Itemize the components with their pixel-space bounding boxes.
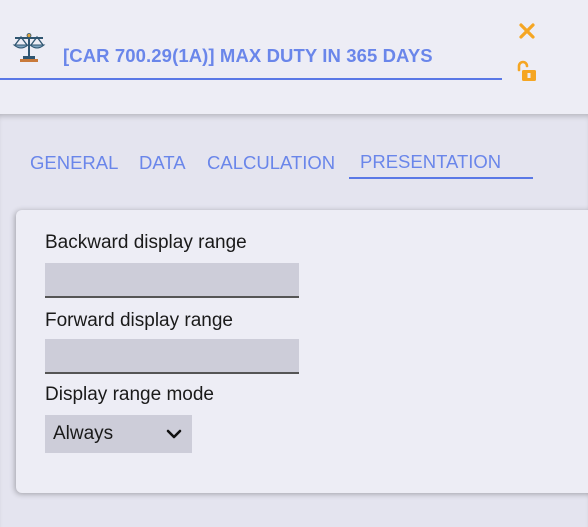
- range-mode-label: Display range mode: [45, 384, 214, 405]
- chevron-down-icon: [166, 429, 182, 439]
- unlock-icon[interactable]: [514, 60, 538, 82]
- tab-presentation[interactable]: PRESENTATION: [360, 151, 501, 173]
- title-underline: [0, 78, 502, 80]
- range-mode-select[interactable]: Always: [45, 415, 192, 453]
- close-icon[interactable]: [518, 22, 536, 40]
- backward-range-input[interactable]: [45, 263, 299, 298]
- forward-range-input[interactable]: [45, 339, 299, 374]
- forward-range-label: Forward display range: [45, 310, 233, 331]
- tab-calculation[interactable]: CALCULATION: [207, 152, 335, 174]
- backward-range-label: Backward display range: [45, 232, 247, 253]
- range-mode-value: Always: [53, 423, 114, 444]
- scale-icon: [12, 33, 46, 62]
- tab-general[interactable]: GENERAL: [30, 152, 118, 174]
- active-tab-indicator: [349, 177, 533, 179]
- page-title: [CAR 700.29(1A)] MAX DUTY IN 365 DAYS: [63, 45, 433, 66]
- tab-data[interactable]: DATA: [139, 152, 186, 174]
